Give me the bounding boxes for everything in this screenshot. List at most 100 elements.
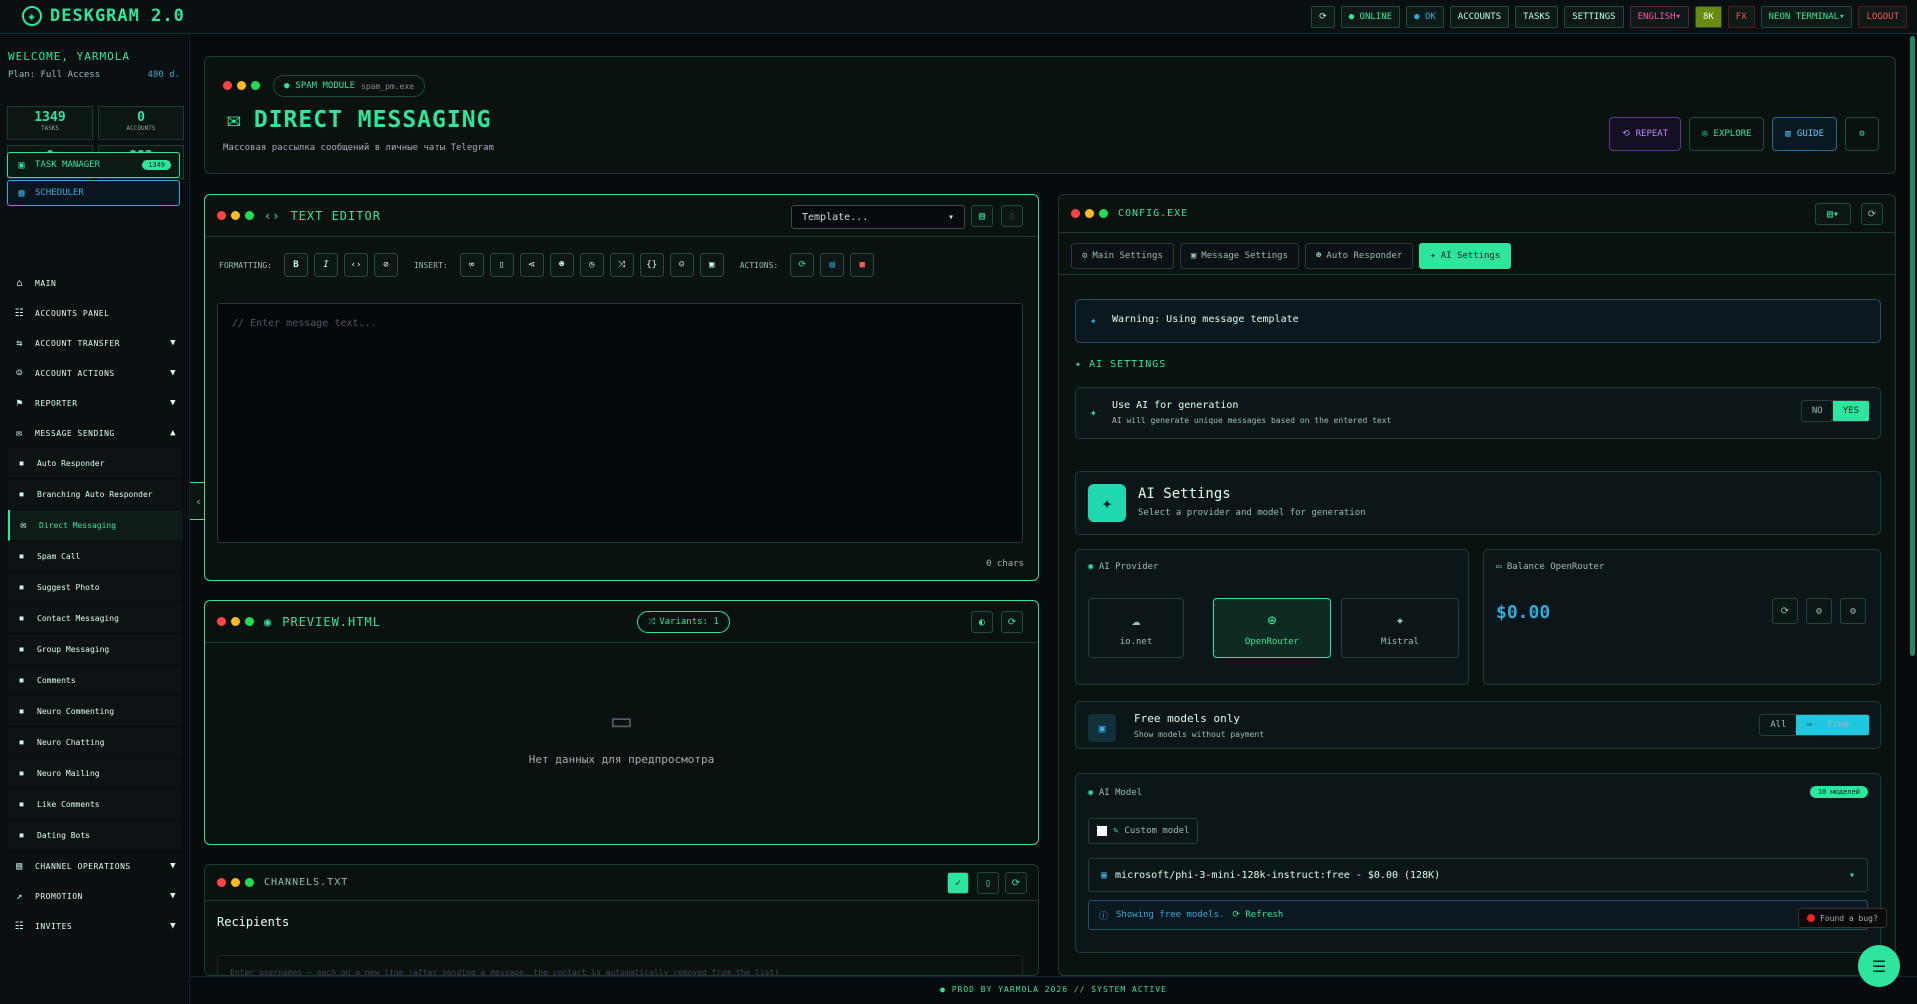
provider-ionet[interactable]: ☁ io.net [1088, 598, 1184, 658]
bold-button[interactable]: B [283, 253, 308, 277]
message-textarea[interactable]: // Enter message text... [217, 303, 1023, 543]
delete-button[interactable]: ■ [850, 253, 875, 277]
explore-button[interactable]: ◎ EXPLORE [1689, 117, 1765, 151]
save-dropdown-button[interactable]: ▤▾ [1815, 203, 1851, 225]
bug-report-button[interactable]: Found a bug? [1798, 908, 1887, 928]
wallet-icon: ▭ [1496, 562, 1502, 572]
sidebar-item[interactable]: ▤ CHANNEL OPERATIONS ▼ [0, 851, 190, 881]
sidebar-item[interactable]: ⇆ ACCOUNT TRANSFER ▼ [0, 328, 190, 358]
provider-mistral[interactable]: ✦ Mistral [1341, 598, 1459, 658]
sidebar-item-label: PROMOTION [35, 891, 83, 901]
scheduler-button[interactable]: ▦ SCHEDULER [7, 180, 180, 206]
topnav-button-6[interactable]: ENGLISH▾ [1629, 6, 1689, 28]
bold-icon: B [293, 260, 299, 270]
refresh-button[interactable]: ⟳ [1005, 872, 1027, 894]
sidebar-subitem[interactable]: ✉ Direct Messaging [8, 510, 182, 541]
chevron-icon: ▼ [170, 891, 176, 901]
topnav-button-7[interactable]: 8K [1694, 6, 1722, 28]
sidebar-subitem[interactable]: ▪ Dating Bots [8, 820, 182, 851]
balance-settings-button[interactable]: ⚙ [1806, 598, 1832, 624]
sidebar-item[interactable]: ☺ ACCOUNT ACTIONS ▼ [0, 358, 190, 388]
sidebar-subitem[interactable]: ▪ Spam Call [8, 541, 182, 572]
save-template-button[interactable]: ▤ [971, 205, 993, 227]
task-manager-button[interactable]: ▣ TASK MANAGER 1349 [7, 152, 180, 178]
sidebar-item[interactable]: ⌂ MAIN [0, 268, 190, 298]
share-button[interactable]: ⋖ [519, 253, 544, 277]
reset-button[interactable]: ⟳ [1861, 203, 1883, 225]
config-tab[interactable]: ✦ AI Settings [1419, 243, 1512, 269]
topnav-button-0[interactable]: ⟳ [1311, 6, 1335, 28]
topnav-button-1[interactable]: ● ONLINE [1340, 6, 1401, 28]
topnav-button-10[interactable]: LOGOUT [1858, 6, 1907, 28]
emoji-button[interactable]: ☺ [669, 253, 694, 277]
file-button[interactable]: ▯ [977, 872, 999, 894]
recipients-textarea[interactable]: Enter usernames — each on a new line (af… [217, 955, 1023, 975]
sidebar-subitem[interactable]: ▪ Contact Messaging [8, 603, 182, 634]
yes-option[interactable]: YES [1832, 401, 1869, 421]
sidebar-item[interactable]: ✉ MESSAGE SENDING ▲ [0, 418, 190, 448]
refresh-models-link[interactable]: ⟳ Refresh [1232, 910, 1283, 920]
image-button[interactable]: ▣ [699, 253, 724, 277]
sidebar-item[interactable]: ⚑ REPORTER ▼ [0, 388, 190, 418]
clock-button[interactable]: ◷ [579, 253, 604, 277]
sidebar-icon: ☷ [14, 307, 25, 319]
braces-button[interactable]: {} [639, 253, 664, 277]
use-ai-toggle[interactable]: NO YES [1800, 400, 1870, 422]
welcome-text: WELCOME, YARMOLA [8, 50, 130, 63]
top-bar: ◈ DESKGRAM 2.0 ⟳ ● ONLINE ● OK ACCOUNTS TASKS… [0, 0, 1917, 34]
topnav-button-8[interactable]: FX [1727, 6, 1755, 28]
sidebar-item[interactable]: ↗ PROMOTION ▼ [0, 881, 190, 911]
model-select[interactable]: ▣ microsoft/phi-3-mini-128k-instruct:free… [1088, 858, 1868, 892]
sidebar-subitem[interactable]: ▪ Neuro Chatting [8, 727, 182, 758]
link-button[interactable]: ∞ [459, 253, 484, 277]
sidebar-subitem[interactable]: ▪ Comments [8, 665, 182, 696]
sidebar-item[interactable]: ☷ INVITES ▼ [0, 911, 190, 941]
topnav-button-2[interactable]: ● OK [1406, 6, 1444, 28]
free-toggle[interactable]: All ⇒ Free [1759, 714, 1870, 736]
chevron-icon: ▼ [170, 861, 176, 871]
topnav-button-5[interactable]: SETTINGS [1564, 6, 1624, 28]
refresh-balance-button[interactable]: ⟳ [1772, 598, 1798, 624]
sidebar-subitem[interactable]: ▪ Branching Auto Responder [8, 479, 182, 510]
subitem-icon: ▪ [18, 829, 25, 841]
settings-button[interactable]: ⚙ [1845, 117, 1879, 151]
check-button[interactable]: ✓ [947, 872, 969, 894]
save-button[interactable]: ▤ [820, 253, 845, 277]
file-button[interactable]: ▯ [489, 253, 514, 277]
shuffle-button[interactable]: ⤨ [609, 253, 634, 277]
config-tab[interactable]: ⚙ Main Settings [1071, 243, 1174, 269]
topnav-button-9[interactable]: NEON TERMINAL▾ [1760, 6, 1853, 28]
template-select[interactable]: Template... ▾ [791, 205, 965, 229]
balance-options-button[interactable]: ⚙ [1840, 598, 1866, 624]
config-tab[interactable]: ▣ Message Settings [1179, 243, 1299, 269]
all-option[interactable]: All [1760, 715, 1796, 735]
config-tab[interactable]: ☻ Auto Responder [1305, 243, 1414, 269]
chat-button[interactable]: ☰ [1858, 945, 1900, 987]
page-scrollbar[interactable] [1910, 36, 1915, 656]
italic-icon: I [323, 260, 329, 270]
sidebar-subitem[interactable]: ▪ Neuro Commenting [8, 696, 182, 727]
custom-model-checkbox[interactable]: ✎ Custom model [1088, 818, 1199, 844]
topnav-button-4[interactable]: TASKS [1515, 6, 1559, 28]
palette-button[interactable]: ◐ [971, 611, 993, 633]
italic-button[interactable]: I [313, 253, 338, 277]
sidebar-subitem[interactable]: ▪ Group Messaging [8, 634, 182, 665]
sidebar-subitem[interactable]: ▪ Neuro Mailing [8, 758, 182, 789]
sidebar-subitem[interactable]: ▪ Suggest Photo [8, 572, 182, 603]
refresh-button[interactable]: ⟳ [790, 253, 815, 277]
code-button[interactable]: ‹› [343, 253, 368, 277]
sidebar-item[interactable]: ☷ ACCOUNTS PANEL [0, 298, 190, 328]
spoiler-button[interactable]: ⊘ [373, 253, 398, 277]
no-option[interactable]: NO [1802, 401, 1833, 421]
refresh-preview-button[interactable]: ⟳ [1001, 611, 1023, 633]
bookmark-button[interactable]: ▯ [1001, 205, 1023, 227]
provider-openrouter[interactable]: ⊕ OpenRouter [1213, 598, 1331, 658]
app-logo[interactable]: ◈ DESKGRAM 2.0 [22, 6, 185, 26]
bot-button[interactable]: ☻ [549, 253, 574, 277]
free-option[interactable]: ⇒ Free [1796, 715, 1869, 735]
sidebar-subitem[interactable]: ▪ Like Comments [8, 789, 182, 820]
topnav-button-3[interactable]: ACCOUNTS [1449, 6, 1510, 28]
sidebar-subitem[interactable]: ▪ Auto Responder [8, 448, 182, 479]
guide-button[interactable]: ▥ GUIDE [1772, 117, 1837, 151]
repeat-button[interactable]: ⟲ REPEAT [1609, 117, 1682, 151]
